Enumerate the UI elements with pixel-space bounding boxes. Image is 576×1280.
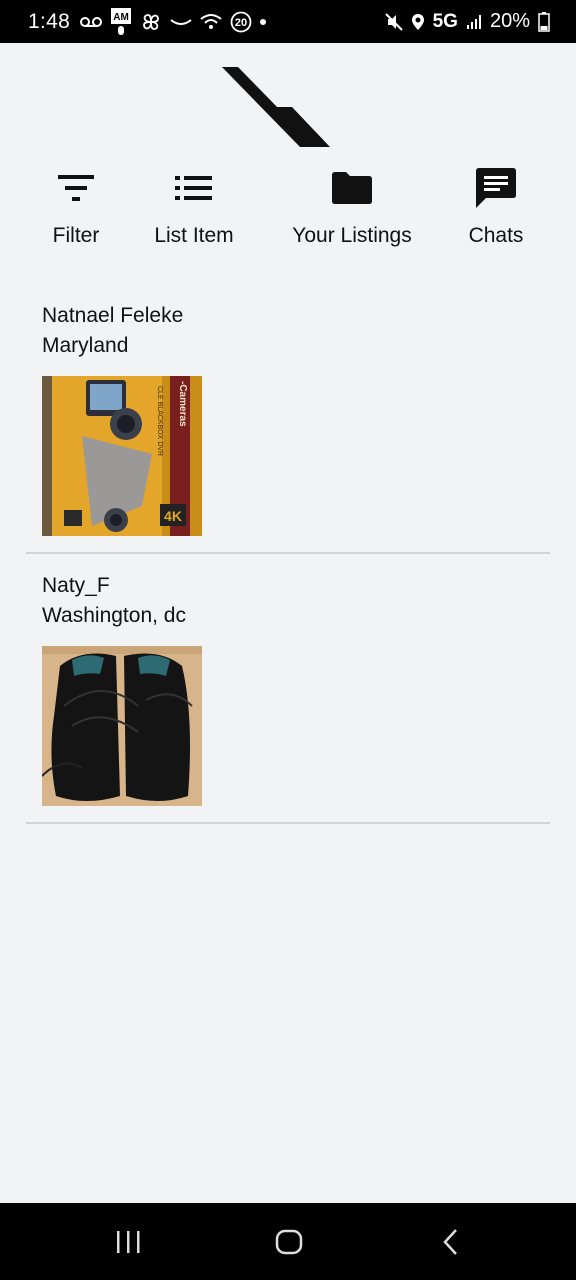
box-text-cameras: -Cameras xyxy=(177,381,188,427)
recent-apps-icon xyxy=(117,1231,140,1253)
your-listings-button[interactable]: Your Listings xyxy=(282,163,422,248)
back-icon xyxy=(443,1229,457,1255)
mute-icon xyxy=(384,12,403,31)
status-time: 1:48 xyxy=(28,9,71,33)
badge-count-text: 20 xyxy=(235,17,247,29)
box-text-blackbox: CLE BLACKBOX DVR xyxy=(156,386,163,456)
recent-apps-button[interactable] xyxy=(114,1225,144,1259)
curve-icon xyxy=(170,16,192,28)
seller-name: Natnael Feleke xyxy=(42,304,184,327)
filter-icon xyxy=(57,163,95,213)
voicemail-icon xyxy=(80,15,103,29)
filter-button[interactable]: Filter xyxy=(38,163,114,248)
back-button[interactable] xyxy=(438,1225,464,1259)
app-logo xyxy=(222,67,374,149)
home-icon xyxy=(275,1229,303,1255)
list-item-label: List Item xyxy=(154,224,234,247)
signal-icon xyxy=(466,14,482,30)
chat-icon xyxy=(475,163,517,213)
listing-photo-dashcam[interactable]: -Cameras CLE BLACKBOX DVR 4K xyxy=(42,376,202,536)
wifi-icon xyxy=(200,13,222,31)
filter-label: Filter xyxy=(52,224,100,247)
seller-location: Maryland xyxy=(42,334,129,357)
network-type: 5G xyxy=(432,10,458,32)
chats-label: Chats xyxy=(468,224,524,247)
list-icon xyxy=(175,163,213,213)
status-right: 5G 20% xyxy=(384,10,550,33)
listing-item[interactable]: Natnael Feleke Maryland -Cameras CLE BLA… xyxy=(26,301,550,554)
pinwheel-icon xyxy=(140,11,162,33)
more-notifications-dot xyxy=(260,18,267,25)
chats-button[interactable]: Chats xyxy=(460,163,532,248)
location-icon xyxy=(411,13,425,31)
badge-count-icon: 20 xyxy=(230,11,252,33)
am-alarm-icon: AM xyxy=(110,7,132,37)
am-badge-text: AM xyxy=(113,12,129,23)
seller-location: Washington, dc xyxy=(42,604,186,627)
list-item-button[interactable]: List Item xyxy=(144,163,244,248)
battery-percent: 20% xyxy=(489,10,530,32)
home-button[interactable] xyxy=(274,1225,304,1259)
seller-name: Naty_F xyxy=(42,574,110,597)
listing-photo-sneakers[interactable] xyxy=(42,646,202,806)
status-left: 1:48 AM 20 xyxy=(28,7,267,37)
battery-icon xyxy=(538,11,550,32)
status-notification-icons: AM 20 xyxy=(80,7,267,37)
system-nav-bar xyxy=(0,1203,576,1280)
action-toolbar: Filter List Item Your Listings Chats xyxy=(0,163,576,263)
listing-item[interactable]: Naty_F Washington, dc xyxy=(26,571,550,824)
your-listings-label: Your Listings xyxy=(292,224,412,247)
folder-icon xyxy=(331,163,373,213)
status-bar: 1:48 AM 20 5G 20% xyxy=(0,0,576,43)
box-text-4k: 4K xyxy=(164,508,182,524)
